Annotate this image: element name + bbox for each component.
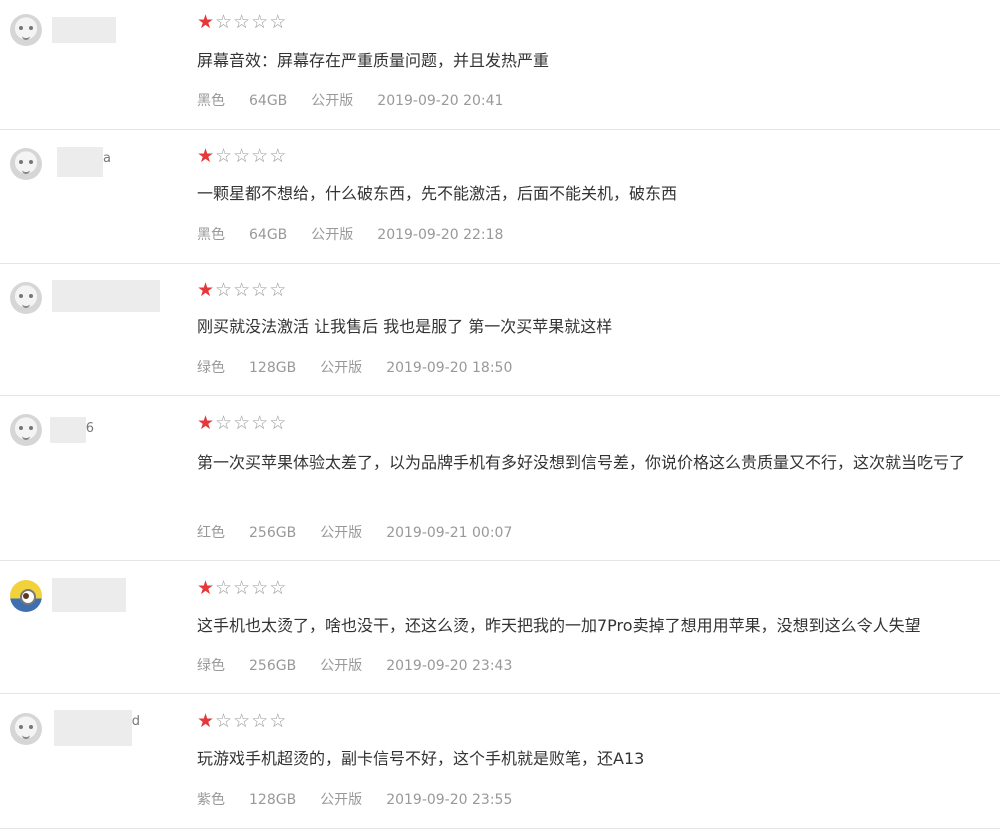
review-meta: 绿色 256GB 公开版 2019-09-20 23:43 xyxy=(197,655,512,675)
product-color: 黑色 xyxy=(197,227,225,243)
avatar-icon[interactable] xyxy=(10,14,42,46)
product-color: 红色 xyxy=(197,525,225,541)
review-date: 2019-09-20 18:50 xyxy=(386,360,513,376)
star-filled-icon: ★ xyxy=(197,145,216,167)
review-date: 2019-09-21 00:07 xyxy=(386,525,513,541)
star-empty-icon: ☆ xyxy=(233,412,252,434)
star-empty-icon: ☆ xyxy=(251,145,270,167)
star-empty-icon: ☆ xyxy=(215,577,234,599)
product-edition: 公开版 xyxy=(320,792,363,808)
username-masked[interactable]: a xyxy=(57,147,111,177)
star-rating: ★☆☆☆☆ xyxy=(197,578,287,598)
star-empty-icon: ☆ xyxy=(269,279,288,301)
review-meta: 红色 256GB 公开版 2019-09-21 00:07 xyxy=(197,522,512,542)
username-masked[interactable] xyxy=(52,280,160,312)
star-filled-icon: ★ xyxy=(197,279,216,301)
star-empty-icon: ☆ xyxy=(215,145,234,167)
star-empty-icon: ☆ xyxy=(251,577,270,599)
review-content: 屏幕音效：屏幕存在严重质量问题，并且发热严重 xyxy=(197,51,550,70)
product-storage: 128GB xyxy=(249,360,297,376)
product-edition: 公开版 xyxy=(320,525,363,541)
review-date: 2019-09-20 23:55 xyxy=(386,792,513,808)
product-color: 紫色 xyxy=(197,792,225,808)
review-meta: 绿色 128GB 公开版 2019-09-20 18:50 xyxy=(197,357,512,377)
star-filled-icon: ★ xyxy=(197,577,216,599)
review-item: d ★☆☆☆☆ 玩游戏手机超烫的，副卡信号不好，这个手机就是败笔，还A13 紫色… xyxy=(0,694,1000,829)
star-empty-icon: ☆ xyxy=(233,577,252,599)
star-filled-icon: ★ xyxy=(197,11,216,33)
star-rating: ★☆☆☆☆ xyxy=(197,280,287,300)
star-rating: ★☆☆☆☆ xyxy=(197,711,287,731)
product-storage: 64GB xyxy=(249,93,288,109)
review-item: ★☆☆☆☆ 屏幕音效：屏幕存在严重质量问题，并且发热严重 黑色 64GB 公开版 20… xyxy=(0,0,1000,130)
star-rating: ★☆☆☆☆ xyxy=(197,413,287,433)
star-empty-icon: ☆ xyxy=(251,412,270,434)
star-empty-icon: ☆ xyxy=(233,710,252,732)
star-empty-icon: ☆ xyxy=(251,11,270,33)
review-content: 玩游戏手机超烫的，副卡信号不好，这个手机就是败笔，还A13 xyxy=(197,749,645,768)
star-filled-icon: ★ xyxy=(197,412,216,434)
avatar-icon[interactable] xyxy=(10,713,42,745)
product-storage: 64GB xyxy=(249,227,288,243)
review-date: 2019-09-20 20:41 xyxy=(377,93,504,109)
minion-avatar-icon[interactable] xyxy=(10,580,42,612)
product-color: 绿色 xyxy=(197,360,225,376)
star-empty-icon: ☆ xyxy=(215,710,234,732)
username-masked[interactable] xyxy=(52,17,116,43)
review-list: ★☆☆☆☆ 屏幕音效：屏幕存在严重质量问题，并且发热严重 黑色 64GB 公开版 20… xyxy=(0,0,1000,829)
star-empty-icon: ☆ xyxy=(251,279,270,301)
product-edition: 公开版 xyxy=(311,227,354,243)
star-empty-icon: ☆ xyxy=(233,279,252,301)
review-meta: 黑色 64GB 公开版 2019-09-20 22:18 xyxy=(197,224,503,244)
star-empty-icon: ☆ xyxy=(215,412,234,434)
star-filled-icon: ★ xyxy=(197,710,216,732)
star-rating: ★☆☆☆☆ xyxy=(197,146,287,166)
username-masked[interactable] xyxy=(52,578,126,612)
avatar-icon[interactable] xyxy=(10,414,42,446)
review-item: 6 ★☆☆☆☆ 第一次买苹果体验太差了，以为品牌手机有多好没想到信号差，你说价格… xyxy=(0,396,1000,561)
star-empty-icon: ☆ xyxy=(269,11,288,33)
username-masked[interactable]: d xyxy=(54,710,140,746)
star-empty-icon: ☆ xyxy=(269,577,288,599)
product-color: 绿色 xyxy=(197,658,225,674)
review-item: ★☆☆☆☆ 这手机也太烫了，啥也没干，还这么烫，昨天把我的一加7Pro卖掉了想用… xyxy=(0,561,1000,694)
avatar-icon[interactable] xyxy=(10,282,42,314)
star-empty-icon: ☆ xyxy=(215,11,234,33)
star-empty-icon: ☆ xyxy=(269,710,288,732)
review-date: 2019-09-20 23:43 xyxy=(386,658,513,674)
star-rating: ★☆☆☆☆ xyxy=(197,12,287,32)
product-edition: 公开版 xyxy=(320,360,363,376)
star-empty-icon: ☆ xyxy=(269,145,288,167)
review-content: 刚买就没法激活 让我售后 我也是服了 第一次买苹果就这样 xyxy=(197,317,613,336)
product-storage: 256GB xyxy=(249,658,297,674)
review-content: 这手机也太烫了，啥也没干，还这么烫，昨天把我的一加7Pro卖掉了想用用苹果，没想… xyxy=(197,616,921,635)
review-meta: 黑色 64GB 公开版 2019-09-20 20:41 xyxy=(197,90,503,110)
product-color: 黑色 xyxy=(197,93,225,109)
review-meta: 紫色 128GB 公开版 2019-09-20 23:55 xyxy=(197,789,512,809)
review-content: 第一次买苹果体验太差了，以为品牌手机有多好没想到信号差，你说价格这么贵质量又不行… xyxy=(197,453,966,472)
star-empty-icon: ☆ xyxy=(233,11,252,33)
review-item: a ★☆☆☆☆ 一颗星都不想给，什么破东西，先不能激活，后面不能关机，破东西 黑… xyxy=(0,130,1000,264)
star-empty-icon: ☆ xyxy=(233,145,252,167)
product-edition: 公开版 xyxy=(311,93,354,109)
product-storage: 256GB xyxy=(249,525,297,541)
star-empty-icon: ☆ xyxy=(251,710,270,732)
product-storage: 128GB xyxy=(249,792,297,808)
star-empty-icon: ☆ xyxy=(269,412,288,434)
review-content: 一颗星都不想给，什么破东西，先不能激活，后面不能关机，破东西 xyxy=(197,184,678,203)
review-date: 2019-09-20 22:18 xyxy=(377,227,504,243)
product-edition: 公开版 xyxy=(320,658,363,674)
avatar-icon[interactable] xyxy=(10,148,42,180)
star-empty-icon: ☆ xyxy=(215,279,234,301)
username-masked[interactable]: 6 xyxy=(50,417,94,443)
review-item: ★☆☆☆☆ 刚买就没法激活 让我售后 我也是服了 第一次买苹果就这样 绿色 128… xyxy=(0,264,1000,396)
